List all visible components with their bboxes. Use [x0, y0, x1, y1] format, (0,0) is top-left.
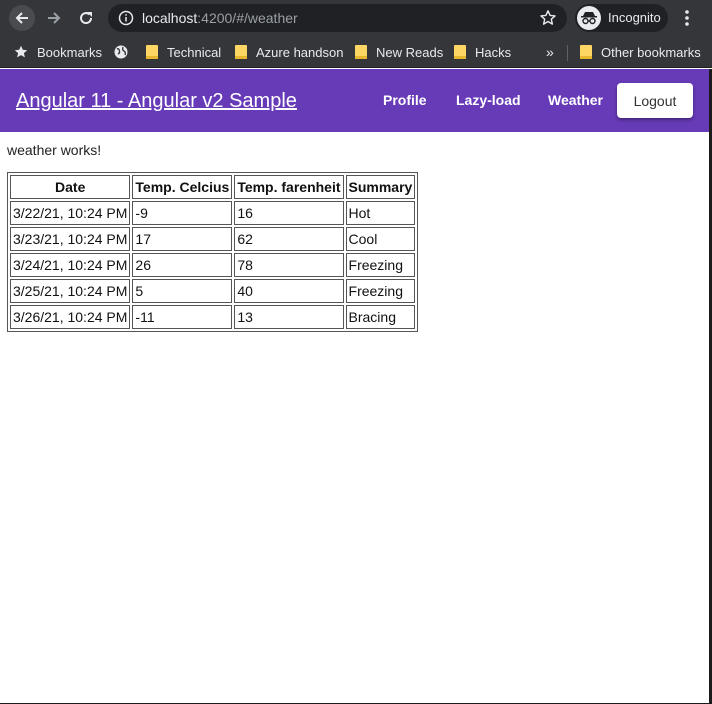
url-path: :4200/#/weather: [197, 10, 298, 26]
date-cell: 3/24/21, 10:24 PM: [10, 253, 131, 277]
date-cell: 3/22/21, 10:24 PM: [10, 201, 131, 225]
column-header: Date: [10, 175, 131, 199]
summary-cell: Cool: [345, 227, 416, 251]
table-row: 3/22/21, 10:24 PM -9 16 Hot: [10, 201, 416, 225]
temp-f-cell: 62: [234, 227, 344, 251]
date-cell: 3/23/21, 10:24 PM: [10, 227, 131, 251]
forward-button[interactable]: [41, 5, 67, 31]
star-icon: [14, 45, 28, 58]
browser-toolbar: localhost:4200/#/weather Incognito: [0, 0, 712, 36]
column-header: Temp. Celcius: [132, 175, 233, 199]
profile-label: Incognito: [608, 10, 661, 25]
column-header: Temp. farenheit: [234, 175, 344, 199]
reload-button[interactable]: [73, 5, 99, 31]
temp-f-cell: 78: [234, 253, 344, 277]
temp-c-cell: -11: [132, 305, 233, 329]
column-header: Summary: [345, 175, 416, 199]
url-host: localhost: [142, 10, 198, 26]
table-row: 3/25/21, 10:24 PM 5 40 Freezing: [10, 279, 416, 303]
temp-c-cell: 17: [132, 227, 233, 251]
summary-cell: Freezing: [345, 279, 416, 303]
temp-f-cell: 40: [234, 279, 344, 303]
bookmark-label: Azure handson: [256, 44, 344, 60]
info-icon[interactable]: [118, 10, 134, 26]
bookmarks-divider: [567, 45, 568, 61]
temp-f-cell: 16: [234, 201, 344, 225]
arrow-left-icon: [15, 12, 28, 24]
bookmark-new-reads[interactable]: New Reads: [355, 42, 443, 62]
summary-cell: Hot: [345, 201, 416, 225]
back-button[interactable]: [9, 5, 35, 31]
incognito-profile-button[interactable]: Incognito: [575, 4, 668, 32]
app-title-link[interactable]: Angular 11 - Angular v2 Sample: [16, 89, 297, 113]
bookmark-other-bookmarks[interactable]: Other bookmarks: [580, 42, 701, 62]
date-cell: 3/25/21, 10:24 PM: [10, 279, 131, 303]
app-header: Angular 11 - Angular v2 Sample Profile L…: [0, 69, 709, 132]
bookmark-hacks[interactable]: Hacks: [454, 42, 511, 62]
temp-c-cell: 26: [132, 253, 233, 277]
bookmark-label: New Reads: [376, 44, 444, 60]
bookmark-label: Hacks: [475, 44, 512, 60]
table-row: 3/23/21, 10:24 PM 17 62 Cool: [10, 227, 416, 251]
incognito-icon: [577, 6, 601, 30]
summary-cell: Bracing: [345, 305, 416, 329]
bookmark-globe[interactable]: [114, 42, 137, 62]
more-vert-icon[interactable]: [681, 8, 693, 28]
date-cell: 3/26/21, 10:24 PM: [10, 305, 131, 329]
bookmark-technical[interactable]: Technical: [146, 42, 221, 62]
bookmark-label: Other bookmarks: [601, 44, 701, 60]
folder-icon: [580, 45, 592, 59]
url-text[interactable]: localhost:4200/#/weather: [142, 10, 298, 26]
summary-cell: Freezing: [345, 253, 416, 277]
folder-icon: [235, 45, 247, 59]
nav-lazy-load[interactable]: Lazy-load: [456, 91, 521, 109]
folder-icon: [355, 45, 367, 59]
table-header-row: Date Temp. Celcius Temp. farenheit Summa…: [10, 175, 416, 199]
reload-icon: [80, 12, 93, 25]
logout-button[interactable]: Logout: [617, 83, 693, 118]
table-row: 3/26/21, 10:24 PM -11 13 Bracing: [10, 305, 416, 329]
arrow-right-icon: [48, 12, 61, 24]
bookmark-label: Technical: [167, 44, 222, 60]
folder-icon: [454, 45, 466, 59]
table-row: 3/24/21, 10:24 PM 26 78 Freezing: [10, 253, 416, 277]
globe-icon: [114, 45, 128, 59]
bookmarks-overflow-button[interactable]: »: [546, 42, 554, 62]
bookmark-star-icon[interactable]: [539, 9, 557, 27]
temp-c-cell: -9: [132, 201, 233, 225]
address-bar[interactable]: localhost:4200/#/weather: [108, 4, 567, 32]
nav-profile[interactable]: Profile: [383, 91, 427, 109]
bookmark-label: Bookmarks: [37, 44, 103, 60]
bookmark-bookmarks[interactable]: Bookmarks: [14, 42, 102, 62]
temp-c-cell: 5: [132, 279, 233, 303]
temp-f-cell: 13: [234, 305, 344, 329]
weather-table: Date Temp. Celcius Temp. farenheit Summa…: [7, 172, 419, 332]
folder-icon: [146, 45, 158, 59]
component-status-text: weather works!: [7, 142, 102, 158]
bookmarks-bar: Bookmarks Technical Azure handson New Re…: [0, 36, 712, 68]
main-content: weather works! Date Temp. Celcius Temp. …: [0, 132, 709, 704]
bookmark-azure-handson[interactable]: Azure handson: [235, 42, 343, 62]
nav-weather[interactable]: Weather: [548, 91, 603, 109]
